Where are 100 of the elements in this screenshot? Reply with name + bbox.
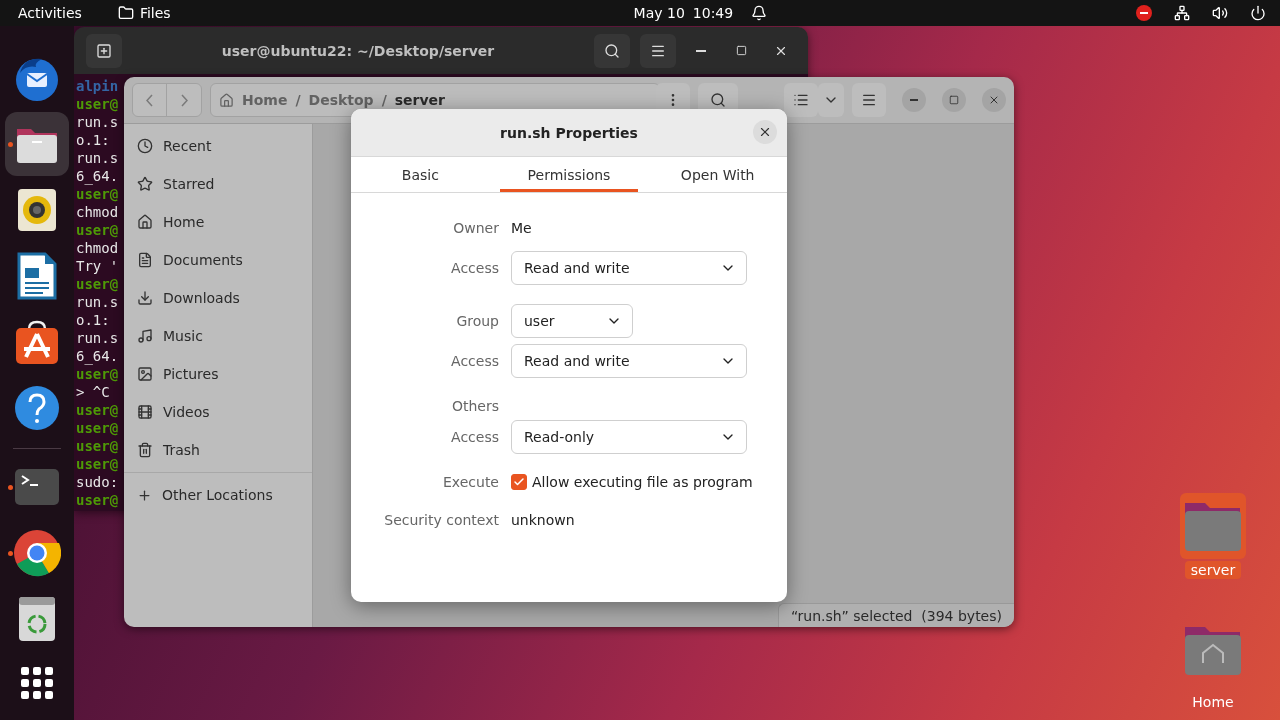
sidebar-item[interactable]: Recent xyxy=(124,127,312,165)
search-icon xyxy=(604,42,620,59)
app-grid-icon xyxy=(21,667,53,699)
document-app-icon xyxy=(17,252,57,300)
terminal-line: user@ xyxy=(76,401,119,419)
document-icon xyxy=(137,252,153,268)
terminal-line: run.s xyxy=(76,329,119,347)
desktop-icon-label[interactable]: server xyxy=(1184,561,1242,579)
terminal-line: chmod xyxy=(76,203,119,221)
terminal-line: user@ xyxy=(76,221,119,239)
terminal-line: user@ xyxy=(76,275,119,293)
recycle-bin-icon xyxy=(18,596,56,642)
speaker-app-icon xyxy=(17,188,57,232)
app-menu[interactable]: Files xyxy=(139,5,171,21)
checkmark-icon xyxy=(513,476,525,488)
sidebar-item[interactable]: Pictures xyxy=(124,355,312,393)
chevron-right-icon xyxy=(180,93,188,107)
menu-button[interactable] xyxy=(852,83,886,117)
folder-icon xyxy=(117,5,134,21)
sidebar-item[interactable]: Starred xyxy=(124,165,312,203)
terminal-app-icon xyxy=(14,468,60,506)
terminal-line: user@ xyxy=(76,185,119,203)
minimize-button[interactable] xyxy=(902,88,926,112)
checkbox[interactable] xyxy=(511,474,527,490)
help-icon xyxy=(14,385,60,431)
terminal-line: user@ xyxy=(76,95,119,113)
terminal-line: sudo: xyxy=(76,473,119,491)
chevron-left-icon xyxy=(146,93,153,107)
status-text: “run.sh” selected (394 bytes) xyxy=(778,603,1014,627)
sidebar-item[interactable]: Home xyxy=(124,203,312,241)
terminal-line: user@ xyxy=(76,455,119,473)
star-icon xyxy=(137,176,153,192)
close-button[interactable] xyxy=(753,120,777,144)
terminal-line: 6_64. xyxy=(76,347,119,365)
field-label: Security context xyxy=(383,512,499,528)
image-icon xyxy=(137,366,153,382)
trash-icon xyxy=(137,442,153,458)
plus-icon xyxy=(137,487,152,503)
bell-icon xyxy=(751,5,768,21)
field-label: Execute xyxy=(442,474,499,490)
field-label: Access xyxy=(450,353,499,369)
path-crumb[interactable]: server xyxy=(394,92,446,108)
close-icon xyxy=(758,125,772,139)
terminal-line: Try ' xyxy=(76,257,119,275)
dock-item[interactable] xyxy=(5,112,69,176)
home-icon xyxy=(137,214,153,230)
close-icon xyxy=(988,94,1000,106)
field-label: Others xyxy=(450,398,499,414)
dialog-title: run.sh Properties xyxy=(500,124,638,141)
terminal-line: user@ xyxy=(76,419,119,437)
sidebar-item[interactable]: Documents xyxy=(124,241,312,279)
sidebar-item[interactable]: Other Locations xyxy=(124,476,312,514)
window-title: user@ubuntu22: ~/Desktop/server xyxy=(220,42,496,59)
sidebar-item[interactable]: Videos xyxy=(124,393,312,431)
search-icon xyxy=(710,92,726,108)
activities-button[interactable]: Activities xyxy=(18,5,82,21)
new-tab-button[interactable] xyxy=(86,33,122,68)
menu-icon xyxy=(861,92,877,108)
search-button[interactable] xyxy=(594,33,630,68)
terminal-line: alpin xyxy=(76,77,119,95)
path-separator: / xyxy=(295,92,301,108)
desktop-icon-label[interactable]: Home xyxy=(1186,693,1240,711)
access-dropdown[interactable]: Read and write xyxy=(511,344,747,378)
film-icon xyxy=(137,404,153,420)
volume-icon xyxy=(1212,5,1228,21)
home-icon xyxy=(219,92,234,108)
list-view-button[interactable] xyxy=(784,83,818,117)
clock-icon xyxy=(137,138,153,154)
field-label: Access xyxy=(450,429,499,445)
terminal-line: 6_64. xyxy=(76,167,119,185)
field-label: Group xyxy=(455,313,499,329)
maximize-icon xyxy=(949,95,959,105)
terminal-line: o.1: xyxy=(76,311,110,329)
clock-text[interactable]: 10:49 xyxy=(692,5,734,21)
access-dropdown[interactable]: Read and write xyxy=(511,251,747,285)
music-note-icon xyxy=(137,328,153,344)
path-separator: / xyxy=(381,92,387,108)
power-icon xyxy=(1250,5,1266,21)
owner-value: Me xyxy=(511,220,532,236)
terminal-line: chmod xyxy=(76,239,119,257)
terminal-line: user@ xyxy=(76,437,119,455)
sidebar-item[interactable]: Music xyxy=(124,317,312,355)
minimize-icon xyxy=(910,99,918,101)
date-text[interactable]: May 10 xyxy=(633,5,685,21)
minimize-icon xyxy=(696,49,706,52)
group-dropdown[interactable]: user xyxy=(511,304,633,338)
network-icon xyxy=(1174,5,1190,21)
menu-button[interactable] xyxy=(640,33,676,68)
access-dropdown[interactable]: Read-only xyxy=(511,420,747,454)
terminal-line: user@ xyxy=(76,491,119,509)
shopping-bag-icon xyxy=(14,319,60,365)
terminal-line: > ^C xyxy=(76,383,110,401)
maximize-button[interactable] xyxy=(942,88,966,112)
sidebar-item[interactable]: Trash xyxy=(124,431,312,469)
field-label: Owner xyxy=(452,220,499,236)
terminal-line: run.s xyxy=(76,113,119,131)
list-icon xyxy=(793,92,809,108)
maximize-icon xyxy=(735,45,747,56)
browser-app-icon xyxy=(13,529,61,577)
sidebar-item[interactable]: Downloads xyxy=(124,279,312,317)
